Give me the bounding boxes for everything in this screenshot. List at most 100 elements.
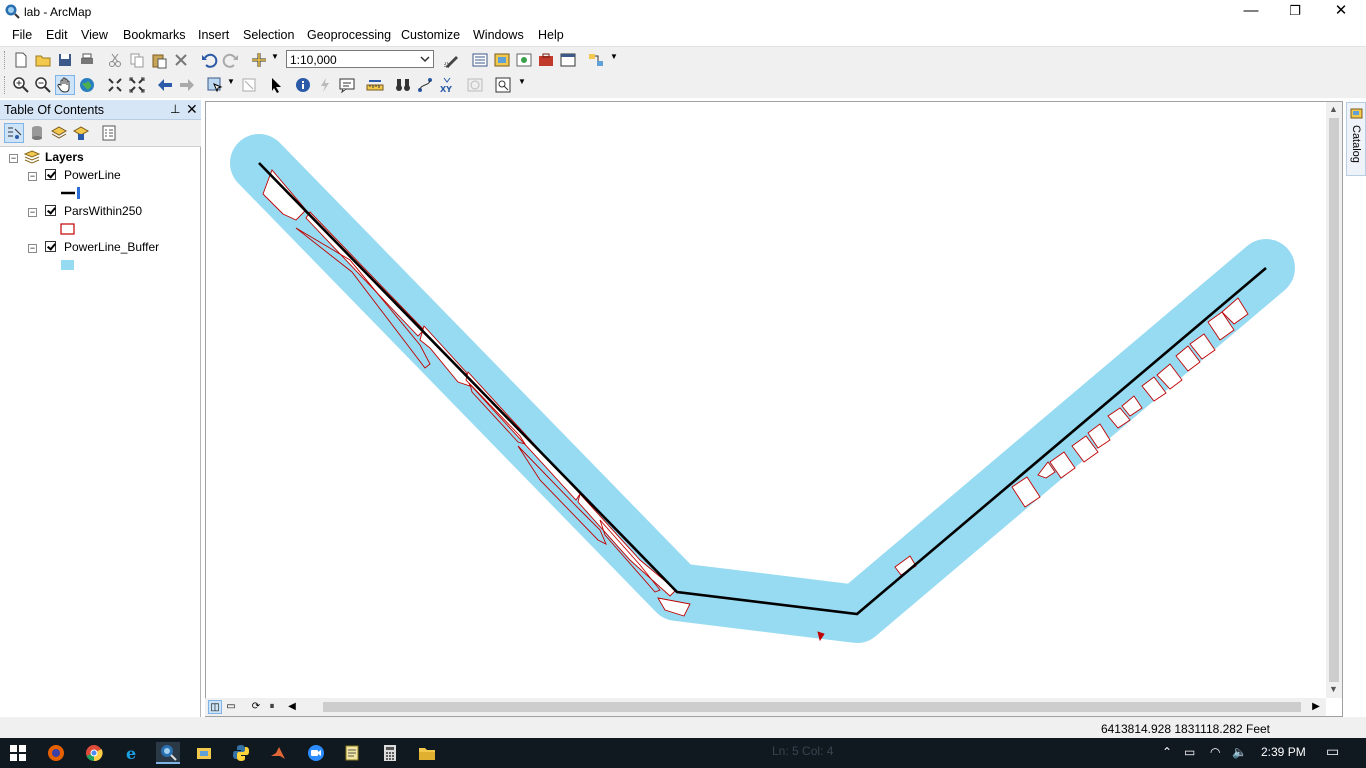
find-binoculars-icon[interactable] [393, 75, 413, 95]
internet-explorer-icon[interactable]: e [120, 742, 144, 764]
table-of-contents-icon[interactable] [470, 50, 490, 70]
find-route-icon[interactable] [415, 75, 435, 95]
measure-icon[interactable] [365, 75, 385, 95]
list-by-selection-icon[interactable] [71, 123, 91, 143]
close-button[interactable]: ✕ [1318, 0, 1364, 24]
arctoolbox-icon[interactable] [536, 50, 556, 70]
list-by-drawing-order-icon[interactable] [4, 123, 24, 143]
pause-drawing-icon[interactable]: ⏸ [265, 700, 279, 714]
arcmap-taskbar-icon[interactable] [156, 742, 180, 764]
save-icon[interactable] [55, 50, 75, 70]
toolbar-grip[interactable] [4, 51, 8, 69]
pin-icon[interactable]: ⊥ [170, 102, 180, 116]
volume-icon[interactable]: 🔈 [1232, 745, 1247, 759]
viewer-window-icon[interactable] [493, 75, 513, 95]
horizontal-scroll-thumb[interactable] [323, 702, 1301, 712]
map-horizontal-scrollbar[interactable]: ◫ ▭ ⟳ ⏸ ◀ ▶ [205, 698, 1326, 716]
arccatalog-icon[interactable] [192, 742, 216, 764]
list-by-source-icon[interactable] [27, 123, 47, 143]
menu-bookmarks[interactable]: Bookmarks [123, 28, 186, 42]
menu-geoprocessing[interactable]: Geoprocessing [307, 28, 391, 42]
wifi-icon[interactable]: ◠ [1210, 745, 1220, 759]
open-folder-icon[interactable] [33, 50, 53, 70]
layers-collapse-toggle[interactable]: − [9, 154, 18, 163]
parswithin250-symbol[interactable] [60, 223, 76, 235]
powerline-collapse-toggle[interactable]: − [28, 172, 37, 181]
fixed-zoom-in-icon[interactable] [105, 75, 125, 95]
calculator-icon[interactable] [378, 742, 402, 764]
zoom-meetings-icon[interactable] [304, 742, 328, 764]
clock-time[interactable]: 2:39 PM [1261, 745, 1306, 759]
refresh-view-icon[interactable]: ⟳ [249, 700, 263, 714]
layer-name-powerline[interactable]: PowerLine [64, 168, 121, 182]
map-vertical-scrollbar[interactable]: ▲ ▼ [1326, 102, 1342, 698]
zoom-out-icon[interactable] [33, 75, 53, 95]
clear-selection-icon[interactable] [239, 75, 259, 95]
catalog-window-icon[interactable] [492, 50, 512, 70]
list-by-visibility-icon[interactable] [49, 123, 69, 143]
powerline-symbol[interactable] [60, 186, 84, 200]
toolbar-options-icon[interactable]: ▼ [610, 52, 618, 66]
new-document-icon[interactable] [11, 50, 31, 70]
python-window-icon[interactable] [558, 50, 578, 70]
model-builder-icon[interactable] [586, 50, 606, 70]
cut-icon[interactable] [105, 50, 125, 70]
restore-button[interactable]: ❐ [1272, 0, 1318, 24]
powerline-buffer-polygon[interactable] [230, 134, 1295, 643]
windows-start-icon[interactable] [6, 742, 30, 764]
pan-hand-icon[interactable] [55, 75, 75, 95]
battery-icon[interactable]: ▭ [1184, 745, 1195, 759]
html-popup-icon[interactable] [337, 75, 357, 95]
data-view-icon[interactable]: ◫ [208, 700, 222, 714]
menu-selection[interactable]: Selection [243, 28, 294, 42]
undo-icon[interactable] [199, 50, 219, 70]
select-features-dropdown-icon[interactable]: ▼ [227, 77, 235, 91]
python-icon[interactable] [229, 742, 253, 764]
scroll-left-arrow-icon[interactable]: ◀ [285, 700, 299, 714]
toc-options-icon[interactable] [99, 123, 119, 143]
menu-help[interactable]: Help [538, 28, 564, 42]
powerline-buffer-collapse-toggle[interactable]: − [28, 244, 37, 253]
toc-close-icon[interactable]: ✕ [186, 101, 198, 118]
powerline-buffer-symbol[interactable] [60, 259, 76, 271]
layer-name-parswithin250[interactable]: ParsWithin250 [64, 204, 142, 218]
chrome-icon[interactable] [82, 742, 106, 764]
menu-customize[interactable]: Customize [401, 28, 460, 42]
select-elements-pointer-icon[interactable] [266, 75, 286, 95]
notifications-icon[interactable]: ▭ [1326, 743, 1339, 760]
select-features-icon[interactable] [205, 75, 225, 95]
time-slider-icon[interactable] [465, 75, 485, 95]
go-forward-arrow-icon[interactable] [177, 75, 197, 95]
menu-insert[interactable]: Insert [198, 28, 229, 42]
parswithin250-collapse-toggle[interactable]: − [28, 208, 37, 217]
minimize-button[interactable]: — [1228, 0, 1274, 24]
powerline-visibility-checkbox[interactable] [45, 169, 56, 180]
toolbar-options-icon[interactable]: ▼ [518, 77, 526, 91]
catalog-side-tab[interactable]: Catalog [1346, 102, 1366, 176]
scroll-down-arrow-icon[interactable]: ▼ [1329, 684, 1338, 694]
notepad-icon[interactable] [340, 742, 364, 764]
menu-windows[interactable]: Windows [473, 28, 524, 42]
powerline-buffer-visibility-checkbox[interactable] [45, 241, 56, 252]
map-svg[interactable] [205, 102, 1326, 698]
identify-icon[interactable] [293, 75, 313, 95]
map-display[interactable] [205, 102, 1326, 698]
menu-file[interactable]: File [12, 28, 32, 42]
print-icon[interactable] [77, 50, 97, 70]
matlab-icon[interactable] [266, 742, 290, 764]
add-data-icon[interactable] [249, 50, 269, 70]
fixed-zoom-out-icon[interactable] [127, 75, 147, 95]
chevron-down-icon[interactable] [419, 52, 431, 66]
paste-icon[interactable] [149, 50, 169, 70]
hyperlink-icon[interactable] [315, 75, 335, 95]
map-scale-input[interactable]: 1:10,000 [286, 50, 434, 68]
toolbar-grip[interactable] [4, 76, 8, 94]
redo-icon[interactable] [221, 50, 241, 70]
scroll-up-arrow-icon[interactable]: ▲ [1329, 104, 1338, 114]
layer-name-powerline-buffer[interactable]: PowerLine_Buffer [64, 240, 159, 254]
scroll-right-arrow-icon[interactable]: ▶ [1309, 700, 1323, 714]
file-explorer-icon[interactable] [415, 742, 439, 764]
full-extent-globe-icon[interactable] [77, 75, 97, 95]
show-hidden-icons-chevron-icon[interactable]: ⌃ [1162, 745, 1172, 759]
firefox-icon[interactable] [44, 742, 68, 764]
